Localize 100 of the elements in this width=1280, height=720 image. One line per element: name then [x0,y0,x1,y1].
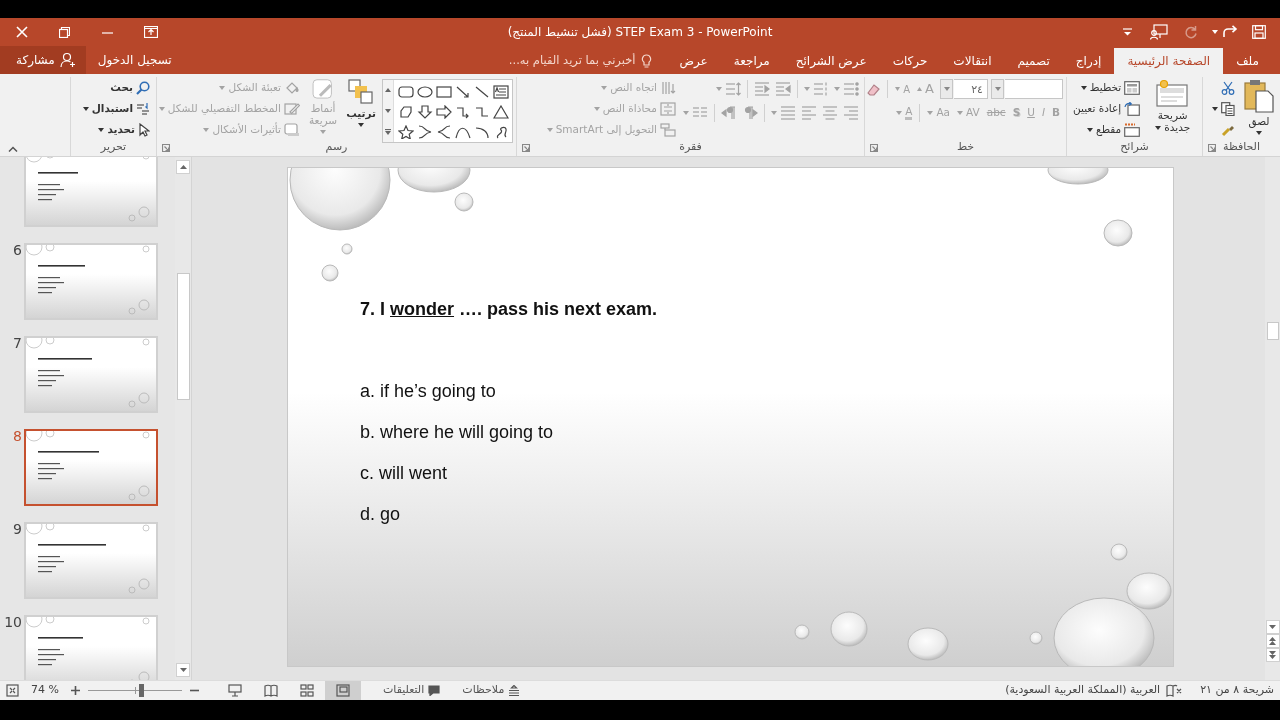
align-left-icon [801,106,817,120]
plus-icon [71,686,80,695]
group-label: الحافظة [1223,139,1261,156]
clipboard-icon [1244,79,1274,113]
dialog-launcher-button[interactable] [868,143,880,152]
share-button[interactable]: مشاركة [0,46,86,74]
decrease-indent-icon [775,82,791,96]
next-slide-button[interactable] [1265,648,1280,662]
caret-icon [593,106,600,111]
down-arrow-icon [416,104,433,119]
copy-icon [1221,101,1235,116]
undo-icon [1222,25,1238,39]
caret-icon [927,111,934,115]
comments-button[interactable]: التعليقات [377,681,447,700]
section-button[interactable]: مقطع [1084,119,1144,140]
ribbon-tab[interactable]: عرض الشرائح [782,48,880,74]
group-label: شرائح [1120,139,1149,156]
rectangle-icon [435,84,452,99]
dialog-launcher-icon [162,143,170,152]
ribbon-tab[interactable]: انتقالات [940,48,1005,74]
person-add-icon [59,52,76,68]
caret-icon [203,127,210,132]
freeform-shape-icon [397,104,414,119]
more-shapes-button[interactable] [383,121,393,142]
caret-icon [1154,125,1161,130]
arrange-icon [348,79,375,105]
slide-counter: شريحة ٨ من ٢١ [1199,682,1275,699]
layout-icon [1124,80,1141,95]
answer-option: a. if he’s going to [360,380,496,402]
up-arrow-icon [179,165,187,169]
line-icon [473,84,490,99]
dialog-launcher-button[interactable] [160,143,172,152]
answer-option: d. go [360,503,401,525]
ribbon-tab[interactable]: عرض [666,48,721,74]
language-label[interactable]: العربية (المملكة العربية السعودية) [1005,682,1161,699]
scroll-up-button[interactable] [176,160,190,174]
ribbon-tab[interactable]: الصفحة الرئيسية [1114,48,1224,74]
font-name-field[interactable] [1005,79,1063,99]
caret-icon [896,111,903,115]
search-icon [136,80,150,95]
dialog-launcher-button[interactable] [520,143,532,152]
scroll-up-button[interactable] [383,80,393,101]
previous-slide-button[interactable] [1265,634,1280,648]
ribbon-tab[interactable]: مراجعة [720,48,783,74]
caret-icon [834,87,840,91]
layout-button[interactable]: تخطيط [1077,77,1144,98]
scroll-down-button[interactable] [1265,620,1280,634]
caret-icon [1256,130,1262,135]
answer-option: c. will went [360,462,448,484]
scrollbar-thumb[interactable] [1266,322,1279,340]
ribbon-tab[interactable]: تصميم [1004,48,1063,74]
customize-icon [1122,28,1132,36]
caret-icon [1087,127,1094,132]
caret-icon [683,111,689,115]
caret-icon [385,109,391,113]
new-slide-button[interactable]: شريحة جديدة [1146,77,1199,139]
ribbon-tab[interactable]: إدراج [1062,48,1115,74]
find-button[interactable]: بحث [107,77,153,98]
replace-button[interactable]: استبدال [79,98,153,119]
slide-number: 6 [12,243,22,257]
align-right-icon [843,106,859,120]
eraser-icon [866,82,881,96]
caret-icon [358,122,365,127]
save-icon [1252,25,1266,39]
ribbon-tab[interactable]: حركات [879,48,941,74]
paste-button[interactable]: لصق [1241,77,1277,139]
bullets-icon [843,82,859,96]
notes-button[interactable]: ملاحظات [456,681,527,700]
caret-icon [771,111,777,115]
columns-icon [692,106,708,120]
reset-button[interactable]: إعادة تعيين [1070,98,1144,119]
normal-view-button[interactable] [325,681,361,700]
dialog-launcher-button[interactable] [1206,143,1218,152]
spell-check-icon [1166,684,1183,697]
window-title: STEP Exam 3 - PowerPoint (فشل تنشيط المنتج) [507,24,773,41]
notes-icon [508,685,521,696]
projector-screen-icon [228,684,242,697]
sign-in-link[interactable]: تسجيل الدخول [85,46,184,74]
slide-thumbnail[interactable] [24,429,158,506]
scroll-down-button[interactable] [176,663,190,677]
caret-icon [1212,106,1218,111]
caret-icon [804,87,810,91]
slide-number: 8 [12,429,22,443]
reset-icon [1124,101,1141,116]
presenter-screen-icon [1150,24,1168,40]
arrange-button[interactable]: ترتيب [343,77,379,139]
dropdown-button[interactable] [991,79,1004,99]
scrollbar-thumb[interactable] [176,273,190,400]
ribbon-tab[interactable]: ملف [1223,48,1272,74]
caret-icon [716,87,722,91]
select-button[interactable]: تحديد [95,119,153,140]
question-text: 7. I wonder …. pass his next exam. [360,298,658,321]
down-arrow-icon [179,668,187,672]
numbering-icon [813,82,829,96]
caret-icon [957,111,964,115]
dropdown-button[interactable] [940,79,953,99]
caret-icon [82,106,89,111]
caret-icon [320,130,327,135]
scissors-icon [1221,80,1235,95]
tell-me-field[interactable]: أخبرني بما تريد القيام به... [487,51,638,71]
